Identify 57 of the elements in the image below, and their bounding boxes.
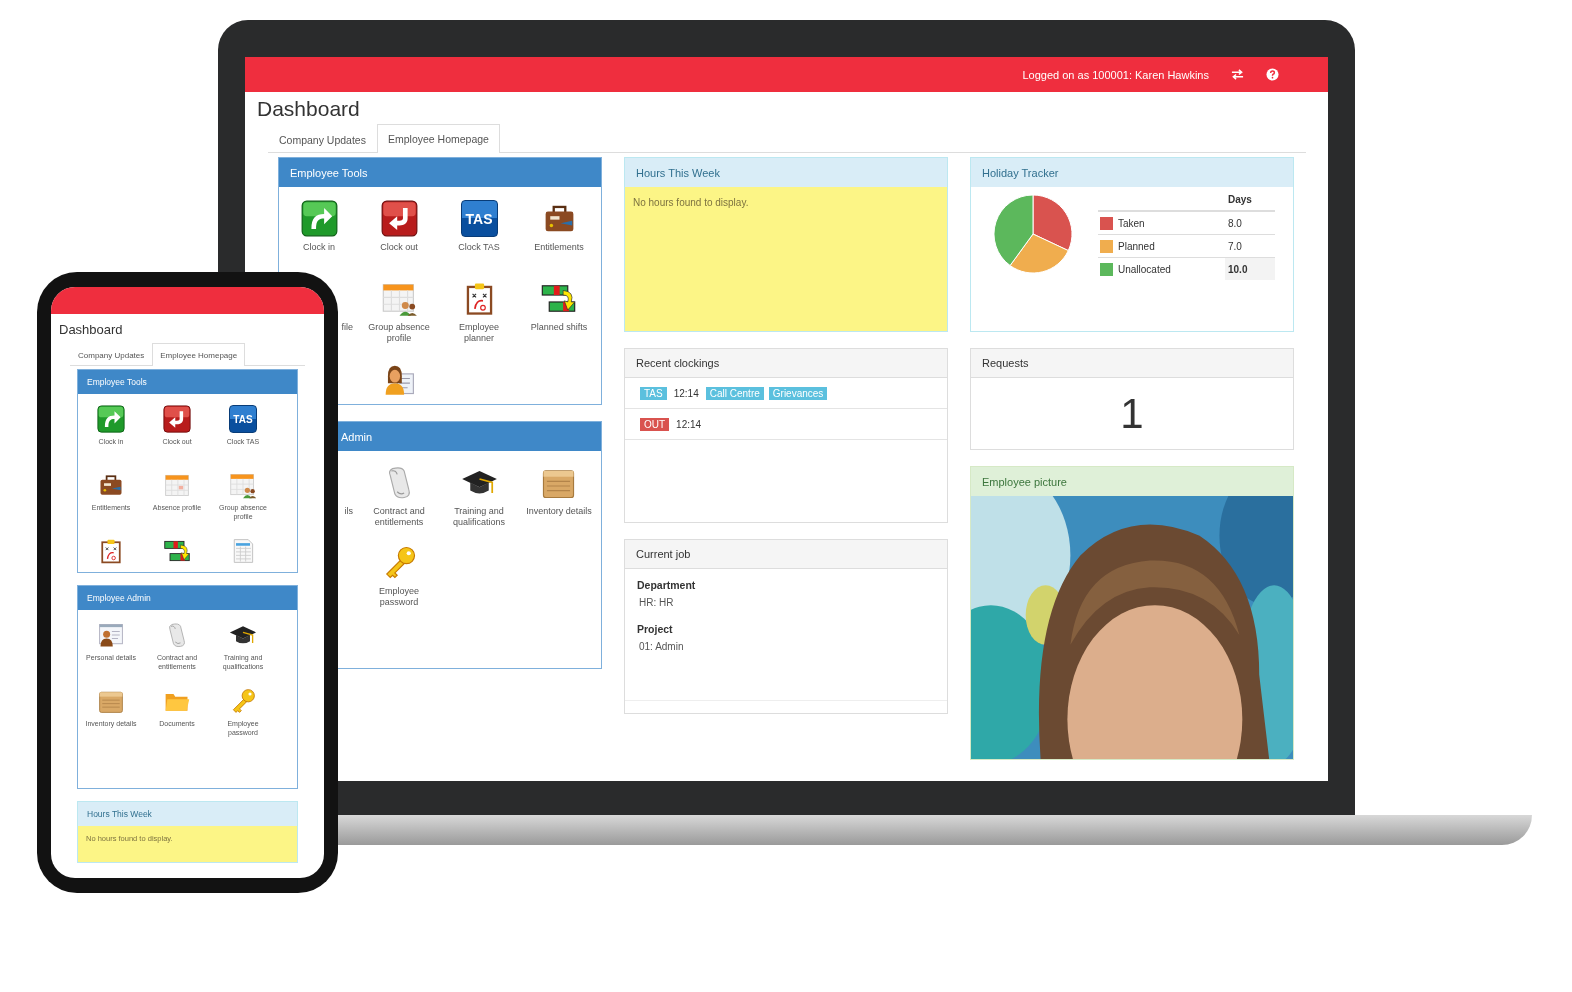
- panel-title: Employee picture: [971, 467, 1293, 496]
- field-label: Department: [637, 579, 697, 591]
- tab[interactable]: Employee Homepage: [152, 343, 246, 366]
- request-count: 1: [1119, 388, 1145, 439]
- tool-link[interactable]: Employee planner: [443, 280, 515, 344]
- tool-link[interactable]: Clock out: [380, 200, 418, 253]
- field-value: 01: Admin: [639, 641, 685, 652]
- clocking-time: 12:14: [673, 387, 699, 399]
- return-arrow-tile-icon: [163, 405, 191, 433]
- tab[interactable]: Company Updates: [268, 125, 377, 153]
- panel-title: Requests: [971, 349, 1293, 378]
- panel-title: Current job: [625, 540, 947, 569]
- tab[interactable]: Employee Homepage: [376, 124, 500, 153]
- clocking-tag: TAS: [640, 386, 667, 400]
- clocking-tag: Call Centre: [705, 386, 764, 400]
- panel-title: Employee Tools: [279, 158, 601, 187]
- legend-label: Taken: [1118, 211, 1225, 235]
- calendar-people-icon: [229, 471, 257, 499]
- days-value: 10.0: [1225, 257, 1275, 280]
- tool-link[interactable]: file: [341, 322, 353, 333]
- swap-arrows-icon[interactable]: [1231, 68, 1244, 81]
- page-title: Dashboard: [59, 322, 124, 337]
- panel-title: Hours This Week: [625, 158, 947, 187]
- arrow-tile-icon: [300, 200, 338, 237]
- days-value: 8.0: [1225, 211, 1275, 235]
- clocking-tag: Grievances: [768, 386, 828, 400]
- user-status: Logged on as 100001: Karen Hawkins: [1022, 68, 1209, 81]
- tas-tile-icon: TAS: [460, 200, 498, 237]
- tab[interactable]: Company Updates: [70, 344, 153, 366]
- tool-link[interactable]: Group absence profile: [363, 280, 435, 344]
- tool-link[interactable]: Employee password: [363, 544, 435, 608]
- column-header: Days: [1225, 194, 1275, 211]
- tool-link[interactable]: Contract and entitlements: [363, 464, 435, 528]
- field-label: Project: [637, 623, 674, 635]
- tool-link[interactable]: Training and qualifications: [443, 464, 515, 528]
- empty-message: No hours found to display.: [625, 187, 947, 331]
- clocking-tag: OUT: [640, 417, 670, 431]
- tool-link[interactable]: Planned shifts: [530, 280, 588, 333]
- panel-title: Hours This Week: [78, 802, 297, 826]
- panel-title: Employee Admin: [78, 586, 297, 610]
- tool-link[interactable]: Inventory details: [526, 464, 592, 517]
- help-icon[interactable]: [1266, 68, 1279, 81]
- page-title: Dashboard: [257, 97, 361, 121]
- return-arrow-tile-icon: [380, 200, 418, 237]
- panel-title: Employee Tools: [78, 370, 297, 394]
- tool-link[interactable]: Clock in: [300, 200, 338, 253]
- tool-link[interactable]: TAS Clock TAS: [458, 200, 500, 253]
- tool-link[interactable]: Entitlements: [534, 200, 584, 253]
- panel-title: Holiday Tracker: [971, 158, 1293, 187]
- tas-tile-icon: TAS: [229, 405, 257, 433]
- panel-title: Recent clockings: [625, 349, 947, 378]
- arrow-tile-icon: [97, 405, 125, 433]
- id-card-icon: [97, 621, 125, 649]
- legend-label: Planned: [1118, 234, 1225, 258]
- field-value: HR: HR: [639, 597, 675, 608]
- tool-link[interactable]: ils: [344, 506, 353, 517]
- clocking-time: 12:14: [676, 418, 702, 430]
